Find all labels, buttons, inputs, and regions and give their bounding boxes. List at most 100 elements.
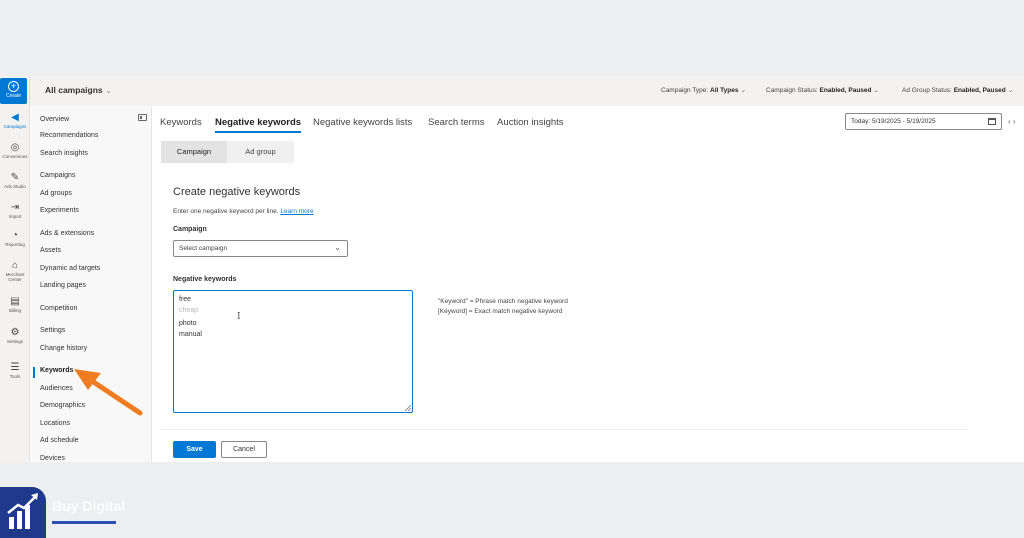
subtab-campaign[interactable]: Campaign (161, 141, 227, 163)
active-tab-underline (215, 131, 301, 133)
text-cursor-icon: I (237, 312, 241, 322)
rail-item-label: Ads Studio (4, 184, 26, 189)
date-range-text: Today: 5/19/2025 - 5/19/2025 (851, 118, 936, 125)
nav-item-competition[interactable]: Competition (40, 305, 77, 312)
rail-item-label: Billing (8, 308, 21, 313)
rail-item-reporting[interactable]: ◔ Reporting (0, 230, 30, 247)
watermark: Buy Digital (0, 487, 150, 538)
rail-item-campaigns[interactable]: ◀ Campaigns (0, 112, 30, 129)
rail-item-label: Conversions (2, 154, 28, 159)
global-rail: + Create ◀ Campaigns ◎ Conversions ✎ Ads… (0, 76, 30, 462)
save-button[interactable]: Save (173, 441, 216, 458)
rail-item-settings[interactable]: ⚙ Settings (0, 327, 30, 344)
rail-item-label: Campaigns (3, 124, 27, 129)
create-button[interactable]: + Create (0, 78, 27, 104)
filter-value: All Types (710, 87, 739, 94)
rail-item-merchant-center[interactable]: ⌂ Merchant Center (0, 260, 30, 282)
chevron-down-icon: ⌄ (1007, 87, 1014, 94)
store-icon: ⌂ (11, 260, 19, 271)
plus-icon: + (8, 81, 19, 92)
nav-item-recommendations[interactable]: Recommendations (40, 132, 98, 139)
billing-icon: ▤ (10, 296, 20, 307)
nav-item-assets[interactable]: Assets (40, 247, 61, 254)
filter-ad-group-status[interactable]: Ad Group Status: Enabled, Paused ⌄ (902, 86, 1013, 94)
rail-item-conversions[interactable]: ◎ Conversions (0, 142, 30, 159)
campaign-label: Campaign (173, 226, 207, 233)
nav-item-locations[interactable]: Locations (40, 420, 70, 427)
rail-item-tools[interactable]: ☰ Tools (0, 362, 30, 379)
tab-keywords[interactable]: Keywords (160, 117, 202, 128)
rail-item-ads-studio[interactable]: ✎ Ads Studio (0, 172, 30, 189)
collapse-panel-icon[interactable] (138, 114, 147, 121)
nav-item-ad-schedule[interactable]: Ad schedule (40, 437, 79, 444)
tab-negative-keywords[interactable]: Negative keywords (215, 117, 301, 128)
exact-match-hint: [Keyword] = Exact match negative keyword (438, 308, 563, 315)
nav-item-overview[interactable]: Overview (40, 116, 69, 123)
date-nav-arrows[interactable]: ‹ › (1008, 117, 1016, 126)
keyword-line: photo (179, 320, 197, 327)
nav-item-campaigns[interactable]: Campaigns (40, 172, 75, 179)
nav-item-demographics[interactable]: Demographics (40, 402, 85, 409)
chevron-down-icon: ⌄ (740, 87, 746, 94)
rail-item-label: Reporting (5, 242, 25, 247)
rail-item-billing[interactable]: ▤ Billing (0, 296, 30, 313)
filter-value: Enabled, Paused (953, 87, 1006, 94)
rail-item-label: Settings (6, 339, 24, 344)
form-title: Create negative keywords (173, 186, 301, 198)
megaphone-icon: ◀ (11, 112, 19, 123)
main-panel: Keywords Negative keywords Negative keyw… (152, 106, 1024, 462)
resize-handle-icon[interactable] (405, 405, 411, 411)
edit-icon: ✎ (10, 172, 20, 183)
chevron-down-icon: ⌄ (105, 88, 112, 95)
rail-item-import[interactable]: ⇥ Import (0, 202, 30, 219)
nav-item-devices[interactable]: Devices (40, 455, 65, 462)
keyword-line: manual (179, 331, 202, 338)
form-description: Enter one negative keyword per line. Lea… (173, 208, 314, 215)
divider (161, 429, 969, 430)
keyword-line: free (179, 296, 192, 303)
tab-search-terms[interactable]: Search terms (428, 117, 485, 128)
nav-item-dynamic-ad-targets[interactable]: Dynamic ad targets (40, 265, 100, 272)
nav-item-search-insights[interactable]: Search insights (40, 150, 88, 157)
nav-item-audiences[interactable]: Audiences (40, 385, 73, 392)
subtab-ad-group[interactable]: Ad group (227, 141, 294, 163)
date-range-picker[interactable]: Today: 5/19/2025 - 5/19/2025 (845, 113, 1002, 130)
rail-item-label: Tools (9, 374, 21, 379)
campaign-select[interactable]: Select campaign ⌄ (173, 240, 348, 257)
rail-item-label: Merchant Center (5, 272, 25, 282)
negative-keywords-label: Negative keywords (173, 276, 237, 283)
chart-icon: ◔ (11, 230, 19, 241)
nav-item-experiments[interactable]: Experiments (40, 207, 79, 214)
nav-item-change-history[interactable]: Change history (40, 345, 87, 352)
tab-auction-insights[interactable]: Auction insights (497, 117, 564, 128)
nav-item-landing-pages[interactable]: Landing pages (40, 282, 86, 289)
logo-icon (0, 487, 46, 538)
watermark-underline (52, 521, 116, 524)
subtab-group: Campaign Ad group (161, 141, 294, 163)
campaign-selector-label: All campaigns (45, 85, 103, 95)
calendar-icon (988, 118, 996, 125)
left-nav: Overview Recommendations Search insights… (31, 106, 152, 462)
negative-keywords-textarea[interactable]: free cheap photo manual I (173, 290, 413, 413)
nav-item-ads-extensions[interactable]: Ads & extensions (40, 230, 94, 237)
learn-more-link[interactable]: Learn more (280, 208, 313, 215)
rail-item-label: Import (8, 214, 22, 219)
campaign-selector[interactable]: All campaigns ⌄ (45, 85, 112, 95)
chevron-down-icon: ⌄ (873, 87, 879, 94)
nav-item-keywords[interactable]: Keywords (40, 367, 73, 374)
nav-item-settings[interactable]: Settings (40, 327, 65, 334)
nav-item-ad-groups[interactable]: Ad groups (40, 190, 72, 197)
target-icon: ◎ (10, 142, 20, 153)
filter-campaign-type[interactable]: Campaign Type: All Types ⌄ (661, 86, 746, 94)
filter-campaign-status[interactable]: Campaign Status: Enabled, Paused ⌄ (766, 86, 879, 94)
keyword-line: cheap (179, 307, 199, 314)
import-icon: ⇥ (10, 202, 20, 213)
nav-active-indicator (33, 367, 35, 378)
tools-icon: ☰ (10, 362, 20, 373)
filter-value: Enabled, Paused (819, 87, 872, 94)
cancel-button[interactable]: Cancel (221, 441, 267, 458)
tab-negative-keywords-lists[interactable]: Negative keywords lists (313, 117, 412, 128)
form-description-text: Enter one negative keyword per line. (173, 208, 279, 215)
chevron-down-icon: ⌄ (334, 243, 341, 252)
top-bar: All campaigns ⌄ Campaign Type: All Types ⌄… (30, 76, 1024, 106)
